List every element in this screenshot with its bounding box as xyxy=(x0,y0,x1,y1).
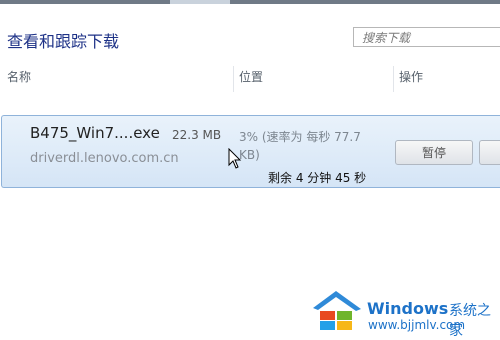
download-filename[interactable]: B475_Win7....exe xyxy=(30,124,160,142)
watermark-brand: Windows xyxy=(367,299,449,318)
download-item[interactable]: B475_Win7....exe 22.3 MB driverdl.lenovo… xyxy=(1,115,500,188)
download-progress-text: 3% (速率为 每秒 77.7 KB) xyxy=(239,130,361,162)
column-headers: 名称 位置 操作 xyxy=(0,66,500,92)
window-top-bar xyxy=(0,0,500,4)
windows-logo-icon xyxy=(313,291,361,330)
mouse-pointer-icon xyxy=(228,148,242,169)
column-header-actions[interactable]: 操作 xyxy=(399,66,423,90)
pause-button[interactable]: 暂停 xyxy=(395,140,473,165)
cancel-button[interactable] xyxy=(479,140,500,165)
column-header-name[interactable]: 名称 xyxy=(7,66,31,90)
download-size: 22.3 MB xyxy=(172,128,222,142)
search-input[interactable]: 搜索下载 xyxy=(353,27,500,47)
search-placeholder: 搜索下载 xyxy=(362,30,411,45)
page-title: 查看和跟踪下载 xyxy=(7,32,120,51)
window-top-bar-highlight xyxy=(170,0,230,4)
watermark-url: www.bjjmlv.com xyxy=(368,318,466,332)
download-time-remaining: 剩余 4 分钟 45 秒 xyxy=(268,171,367,185)
column-separator[interactable] xyxy=(233,66,234,92)
column-separator[interactable] xyxy=(393,66,394,92)
column-header-location[interactable]: 位置 xyxy=(239,66,263,90)
download-source: driverdl.lenovo.com.cn xyxy=(30,151,179,166)
